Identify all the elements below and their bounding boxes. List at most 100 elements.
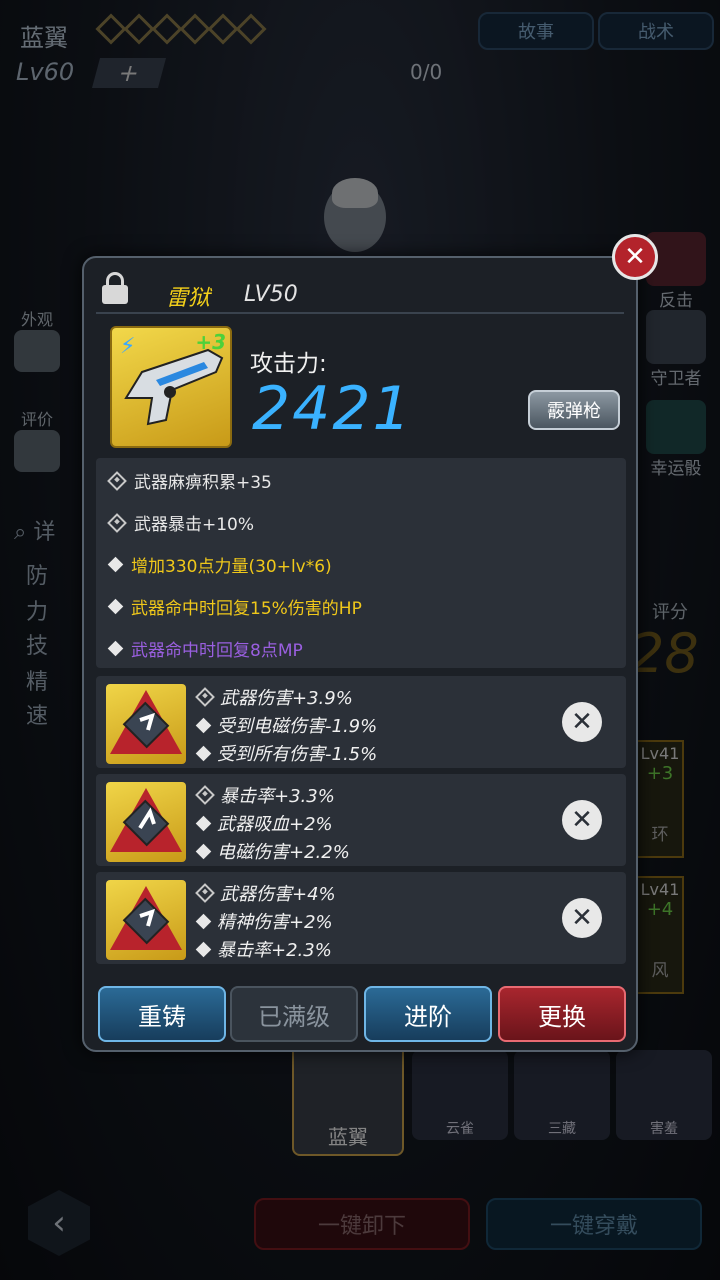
diamond-bullet-icon xyxy=(107,556,124,573)
attribute-row: 武器暴击+10% xyxy=(107,510,255,535)
close-icon: ✕ xyxy=(571,903,593,933)
equip-card[interactable]: Lv41 +4 风 xyxy=(636,876,684,994)
mod-line: 武器伤害+4% xyxy=(195,880,336,906)
attribute-row: 增加330点力量(30+lv*6) xyxy=(107,552,332,577)
mod-slot: 暴击率+3.3% 武器吸血+2% 电磁伤害+2.2% ✕ xyxy=(96,774,626,866)
detail-button[interactable]: ⌕ 详 xyxy=(14,514,55,546)
reforge-button[interactable]: 重铸 xyxy=(98,986,226,1042)
hero-tab-label: 蓝翼 xyxy=(328,1125,368,1149)
maxed-button[interactable]: 已满级 xyxy=(230,986,358,1042)
star-rank xyxy=(95,13,267,45)
guardian-slot[interactable]: 守卫者 xyxy=(636,310,716,389)
chip-mod-icon xyxy=(106,782,186,862)
gem-socket-icon xyxy=(195,883,215,903)
stat-power: 力 xyxy=(26,600,49,625)
mod-line: 武器吸血+2% xyxy=(195,810,333,836)
shield-icon xyxy=(646,310,706,364)
hero-tab-label: 云雀 xyxy=(446,1121,474,1137)
hero-tab[interactable]: 三藏 xyxy=(514,1050,610,1140)
mod-text: 暴击率+2.3% xyxy=(217,940,332,961)
weapon-name: 雷狱 xyxy=(166,286,211,311)
unequip-all-button[interactable]: 一键卸下 xyxy=(254,1198,470,1250)
attribute-text: 增加330点力量(30+lv*6) xyxy=(131,557,332,577)
equip-card[interactable]: Lv41 +3 环 xyxy=(636,740,684,858)
card-plus: +4 xyxy=(646,899,674,920)
gem-socket-icon xyxy=(195,785,215,805)
shirt-icon xyxy=(14,330,60,372)
unlock-icon[interactable] xyxy=(102,272,128,304)
mod-line: 精神伤害+2% xyxy=(195,908,333,934)
stat-speed: 速 xyxy=(26,704,49,729)
level-up-button[interactable]: + xyxy=(91,58,167,88)
mod-line: 受到电磁伤害-1.9% xyxy=(195,712,378,738)
rating-button[interactable]: 评价 xyxy=(14,406,60,472)
dice-icon xyxy=(646,400,706,454)
mod-text: 暴击率+3.3% xyxy=(220,786,335,807)
replace-button[interactable]: 更换 xyxy=(498,986,626,1042)
close-icon: ✕ xyxy=(571,805,593,835)
hero-header: 蓝翼 Lv60 + 0/0 故事 战术 xyxy=(0,0,720,100)
rating-label: 评价 xyxy=(20,410,53,429)
hero-tab-label: 害羞 xyxy=(650,1121,678,1137)
star-icon xyxy=(151,13,183,45)
hero-level: Lv60 xyxy=(16,58,75,86)
attribute-text: 武器麻痹积累+35 xyxy=(134,473,272,493)
mod-text: 精神伤害+2% xyxy=(217,912,333,933)
mod-text: 电磁伤害+2.2% xyxy=(217,842,350,863)
divider xyxy=(96,312,624,314)
weapon-icon: ⚡ +3 xyxy=(110,326,232,448)
advance-button[interactable]: 进阶 xyxy=(364,986,492,1042)
star-icon xyxy=(179,13,211,45)
chat-icon xyxy=(14,430,60,472)
diamond-bullet-icon xyxy=(195,745,212,761)
diamond-bullet-icon xyxy=(195,815,212,831)
star-icon xyxy=(123,13,155,45)
hero-tab[interactable]: 害羞 xyxy=(616,1050,712,1140)
hero-name: 蓝翼 xyxy=(20,24,68,52)
guardian-label: 守卫者 xyxy=(650,369,702,389)
close-icon: ✕ xyxy=(624,242,646,272)
hero-tab-selected[interactable]: 蓝翼 xyxy=(292,1040,404,1156)
mod-line: 受到所有伤害-1.5% xyxy=(195,740,378,766)
chevron-left-icon: ‹ xyxy=(52,1203,66,1243)
lucky-dice-slot[interactable]: 幸运骰 xyxy=(636,400,716,479)
attribute-text: 武器命中时回复15%伤害的HP xyxy=(131,599,362,619)
remove-mod-button[interactable]: ✕ xyxy=(562,898,602,938)
appearance-button[interactable]: 外观 xyxy=(14,306,60,372)
tactics-button[interactable]: 战术 xyxy=(598,12,714,50)
gem-socket-icon xyxy=(107,470,127,491)
hero-tab[interactable]: 云雀 xyxy=(412,1050,508,1140)
remove-mod-button[interactable]: ✕ xyxy=(562,800,602,840)
gem-socket-icon xyxy=(107,512,127,533)
diamond-bullet-icon xyxy=(195,913,212,929)
attribute-text: 武器暴击+10% xyxy=(134,515,255,535)
hero-portrait xyxy=(324,178,386,252)
mod-line: 暴击率+2.3% xyxy=(195,936,332,962)
attribute-row: 武器麻痹积累+35 xyxy=(107,468,272,493)
stat-defense: 防 xyxy=(26,564,49,589)
mod-line: 暴击率+3.3% xyxy=(195,782,335,808)
detail-label: 详 xyxy=(33,520,56,545)
star-icon xyxy=(207,13,239,45)
story-button[interactable]: 故事 xyxy=(478,12,594,50)
card-level: Lv41 xyxy=(640,880,680,899)
remove-mod-button[interactable]: ✕ xyxy=(562,702,602,742)
weapon-type-badge[interactable]: 霰弹枪 xyxy=(528,390,620,430)
mod-text: 受到所有伤害-1.5% xyxy=(217,744,378,765)
weapon-level: LV50 xyxy=(244,282,298,307)
equip-all-button[interactable]: 一键穿戴 xyxy=(486,1198,702,1250)
close-button[interactable]: ✕ xyxy=(612,234,658,280)
mod-text: 武器吸血+2% xyxy=(217,814,333,835)
star-icon xyxy=(95,13,127,45)
chip-mod-icon xyxy=(106,880,186,960)
mod-line: 武器伤害+3.9% xyxy=(195,684,353,710)
attribute-row: 武器命中时回复15%伤害的HP xyxy=(107,594,362,619)
pistol-icon xyxy=(124,348,224,426)
close-icon: ✕ xyxy=(571,707,593,737)
diamond-bullet-icon xyxy=(107,598,124,615)
chip-mod-icon xyxy=(106,684,186,764)
mod-text: 受到电磁伤害-1.9% xyxy=(217,716,378,737)
attribute-list: 武器麻痹积累+35 武器暴击+10% 增加330点力量(30+lv*6) 武器命… xyxy=(96,458,626,668)
back-button[interactable]: ‹ xyxy=(28,1190,90,1256)
counter-label: 反击 xyxy=(659,291,693,311)
